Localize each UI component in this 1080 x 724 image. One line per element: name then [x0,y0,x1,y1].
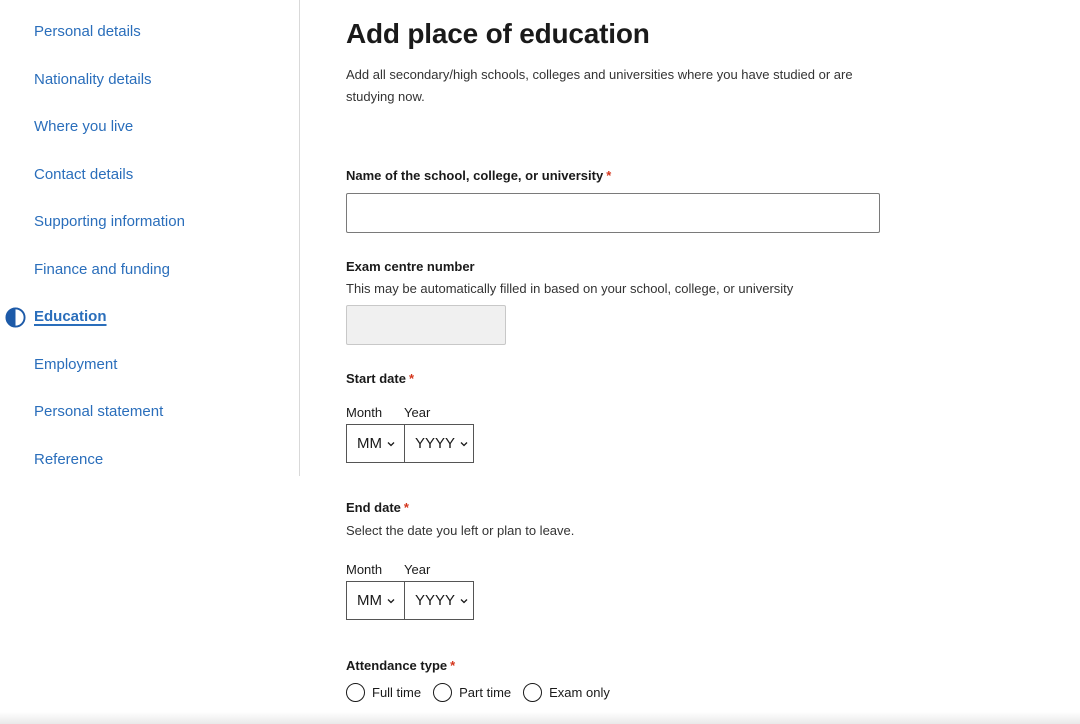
start-year-value: YYYY [415,435,456,452]
school-name-label-text: Name of the school, college, or universi… [346,168,604,183]
start-year-label: Year [404,405,431,420]
required-marker: * [403,500,409,515]
attendance-option-part-time[interactable]: Part time [433,683,511,702]
sidebar-item-where-you-live[interactable]: Where you live [34,118,133,135]
radio-label: Full time [372,685,422,700]
end-date-label: End date * [346,500,409,515]
attendance-type-label: Attendance type * [346,658,455,673]
end-month-select[interactable]: MM [346,581,405,620]
school-name-input[interactable] [346,193,880,233]
radio-button[interactable] [346,683,365,702]
end-year-select[interactable]: YYYY [404,581,474,620]
radio-button[interactable] [523,683,543,702]
radio-label: Part time [459,685,512,700]
exam-centre-label: Exam centre number [346,259,475,274]
start-month-label: Month [346,405,383,420]
bottom-edge-shadow [0,712,1080,724]
start-year-select[interactable]: YYYY [404,424,474,463]
attendance-type-radios: Full time Part time Exam only [346,683,622,702]
sidebar-item-finance-and-funding[interactable]: Finance and funding [34,261,170,278]
start-month-select[interactable]: MM [346,424,405,463]
radio-label: Exam only [549,685,610,700]
exam-centre-hint: This may be automatically filled in base… [346,281,794,296]
end-month-label: Month [346,562,383,577]
sidebar-item-personal-details[interactable]: Personal details [34,23,141,40]
sidebar-item-nationality-details[interactable]: Nationality details [34,71,152,88]
required-marker: * [606,168,612,183]
sidebar-nav: Personal details Nationality details Whe… [0,0,300,476]
end-date-label-text: End date [346,500,401,515]
chevron-down-icon [460,598,468,603]
sidebar-item-education[interactable]: Education [34,308,107,325]
sidebar-item-employment[interactable]: Employment [34,356,117,373]
school-name-label: Name of the school, college, or universi… [346,168,611,183]
radio-button[interactable] [433,683,453,702]
attendance-option-exam-only[interactable]: Exam only [523,683,610,702]
page-title: Add place of education [346,18,650,49]
required-marker: * [450,658,456,673]
attendance-option-full-time[interactable]: Full time [346,683,421,702]
exam-centre-input [346,305,506,345]
chevron-down-icon [387,598,395,603]
chevron-down-icon [460,441,468,446]
end-date-hint: Select the date you left or plan to leav… [346,523,575,538]
sidebar-item-supporting-information[interactable]: Supporting information [34,213,185,230]
chevron-down-icon [387,441,395,446]
sidebar-item-reference[interactable]: Reference [34,451,103,468]
required-marker: * [408,371,415,386]
half-circle-progress-icon [5,307,26,328]
start-month-value: MM [357,435,382,452]
main-content: Add place of education Add all secondary… [346,0,1080,724]
intro-text: Add all secondary/high schools, colleges… [346,67,853,104]
attendance-type-label-text: Attendance type [346,658,448,673]
sidebar-item-contact-details[interactable]: Contact details [34,166,133,183]
end-year-value: YYYY [415,592,456,609]
page: Personal details Nationality details Whe… [0,0,1080,724]
start-date-label-text: Start date [346,371,406,386]
sidebar-item-personal-statement[interactable]: Personal statement [34,403,163,420]
end-month-value: MM [357,592,382,609]
end-year-label: Year [404,562,431,577]
start-date-label: Start date * [346,371,414,386]
